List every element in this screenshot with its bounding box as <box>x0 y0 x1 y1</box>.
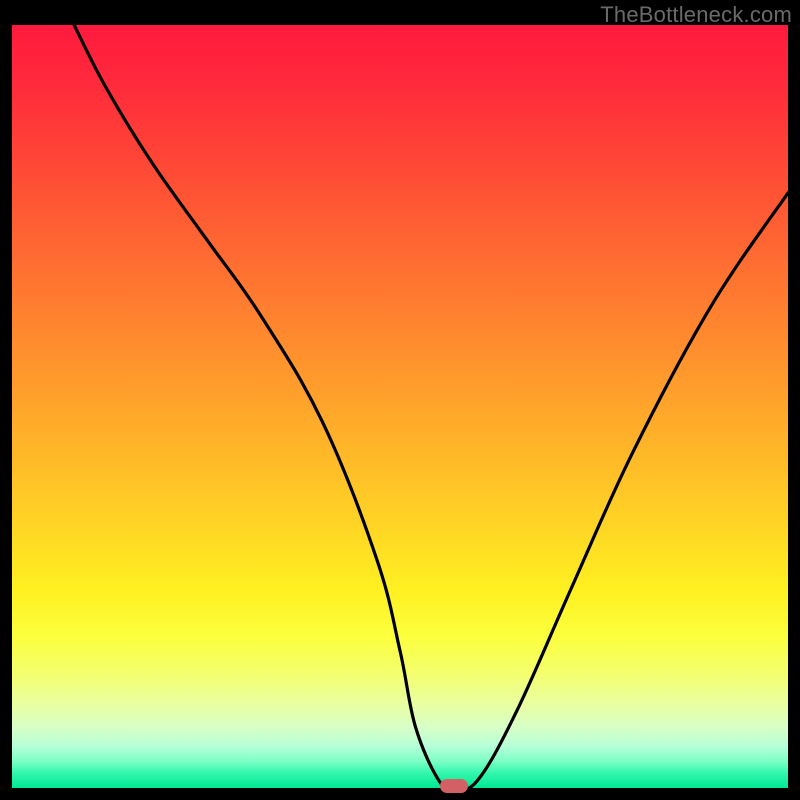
optimum-marker <box>440 779 468 793</box>
bottleneck-curve <box>74 25 788 788</box>
chart-frame: TheBottleneck.com <box>0 0 800 800</box>
curve-svg <box>12 25 788 788</box>
plot-area <box>12 25 788 788</box>
watermark-text: TheBottleneck.com <box>600 2 792 28</box>
